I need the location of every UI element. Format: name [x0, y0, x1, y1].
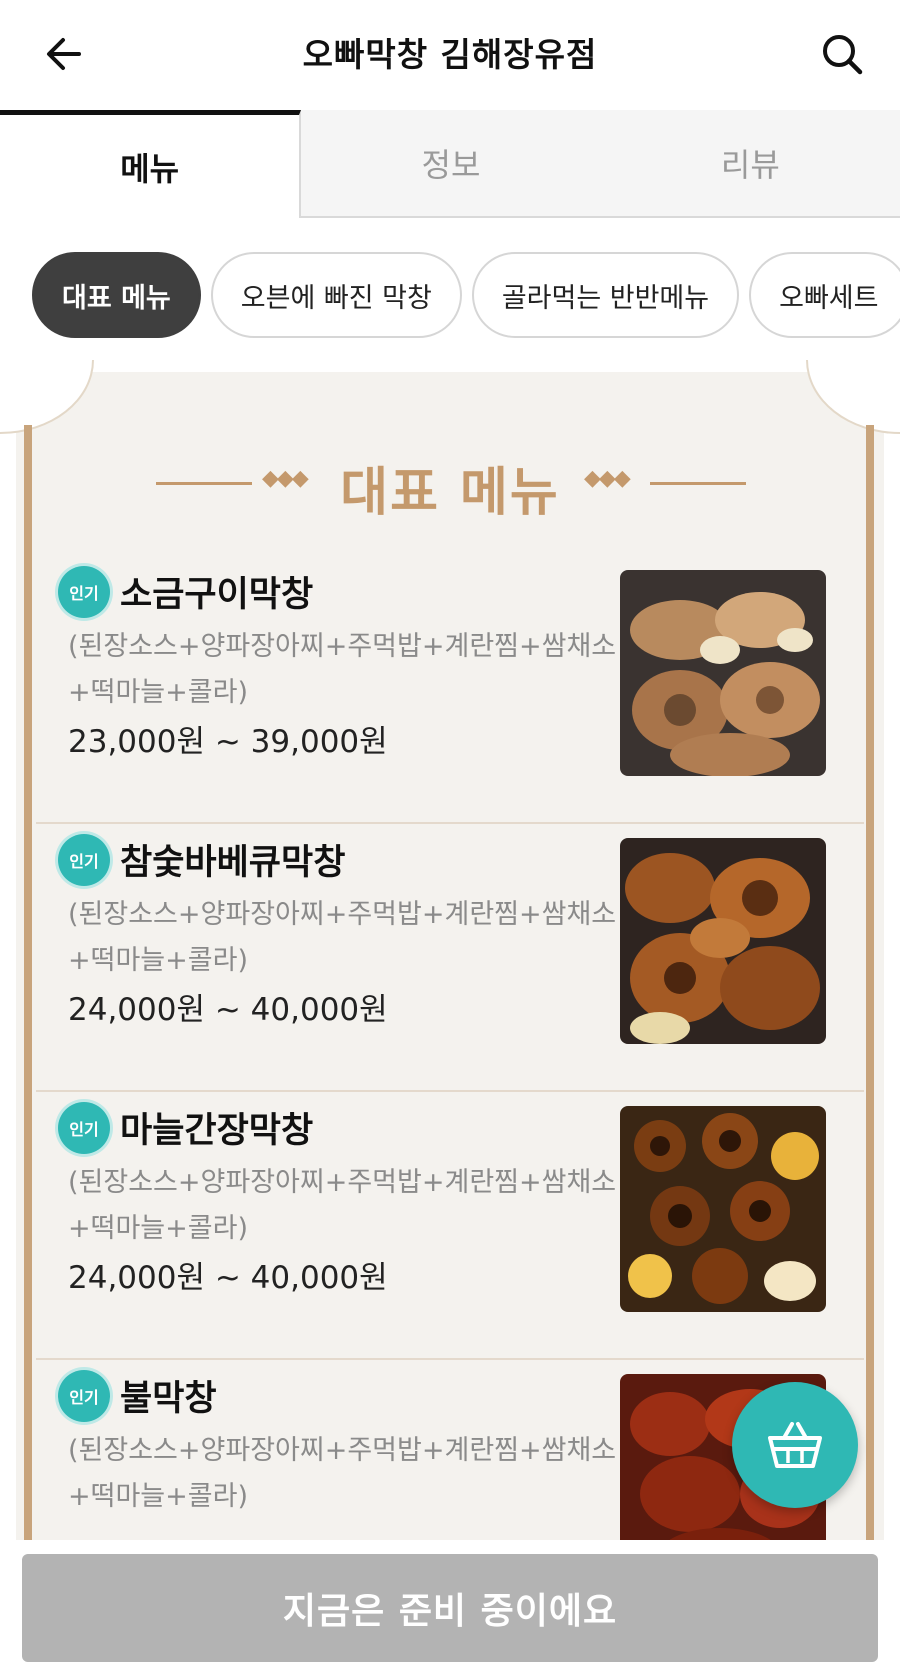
category-chips: 대표 메뉴 오븐에 빠진 막창 골라먹는 반반메뉴 오빠세트: [32, 252, 900, 340]
menu-item-price: 24,000원 ~ 40,000원: [68, 1260, 388, 1296]
menu-item-price: 24,000원 ~ 40,000원: [68, 992, 388, 1028]
basket-icon: [768, 1422, 822, 1468]
tab-info[interactable]: 정보: [301, 110, 600, 216]
search-button[interactable]: [814, 26, 870, 82]
board-frame-right: [866, 425, 874, 1665]
tab-bar: 메뉴 정보 리뷰: [0, 110, 900, 218]
ornament-line-right: [650, 482, 746, 485]
menu-item-price: 23,000원 ~ 39,000원: [68, 724, 388, 760]
popular-badge: 인기: [58, 1370, 110, 1422]
menu-item-name: 불막창: [120, 1379, 217, 1419]
menu-item-description: (된장소스+양파장아찌+주먹밥+계란찜+쌈채소+떡마늘+콜라): [68, 1435, 617, 1512]
menu-item-photo: [620, 570, 826, 776]
popular-badge: 인기: [58, 1102, 110, 1154]
search-icon: [823, 35, 863, 75]
menu-item-description: (된장소스+양파장아찌+주먹밥+계란찜+쌈채소+떡마늘+콜라): [68, 899, 617, 976]
chip-half-half-menu[interactable]: 골라먹는 반반메뉴: [471, 252, 740, 338]
chip-oven-makchang[interactable]: 오븐에 빠진 막창: [210, 252, 462, 338]
app-header: 오빠막창 김해장유점: [0, 0, 900, 110]
order-status-button: 지금은 준비 중이에요: [22, 1554, 878, 1662]
board-frame-left: [24, 425, 32, 1665]
menu-item-description: (된장소스+양파장아찌+주먹밥+계란찜+쌈채소+떡마늘+콜라): [68, 631, 617, 708]
section-title: 대표 메뉴: [340, 463, 560, 523]
popular-badge: 인기: [58, 566, 110, 618]
chip-oppa-set[interactable]: 오빠세트: [749, 252, 900, 338]
menu-item-photo: [620, 838, 826, 1044]
menu-item-name: 소금구이막창: [120, 575, 314, 615]
menu-item-description: (된장소스+양파장아찌+주먹밥+계란찜+쌈채소+떡마늘+콜라): [68, 1167, 617, 1244]
page-title: 오빠막창 김해장유점: [302, 35, 598, 74]
popular-badge: 인기: [58, 834, 110, 886]
cart-button[interactable]: [732, 1382, 858, 1508]
menu-item[interactable]: 인기 참숯바베큐막창 (된장소스+양파장아찌+주먹밥+계란찜+쌈채소+떡마늘+콜…: [36, 808, 864, 1092]
menu-item-photo: [620, 1106, 826, 1312]
menu-item[interactable]: 인기 소금구이막창 (된장소스+양파장아찌+주먹밥+계란찜+쌈채소+떡마늘+콜라…: [36, 540, 864, 824]
menu-item-name: 마늘간장막창: [120, 1111, 314, 1151]
menu-item[interactable]: 인기 마늘간장막창 (된장소스+양파장아찌+주먹밥+계란찜+쌈채소+떡마늘+콜라…: [36, 1076, 864, 1360]
tab-reviews[interactable]: 리뷰: [601, 110, 900, 216]
ornament-diamonds-right: ◆◆◆: [584, 466, 631, 491]
chip-signature-menu[interactable]: 대표 메뉴: [32, 252, 201, 338]
tab-menu[interactable]: 메뉴: [0, 110, 302, 218]
menu-item-name: 참숯바베큐막창: [120, 843, 346, 883]
